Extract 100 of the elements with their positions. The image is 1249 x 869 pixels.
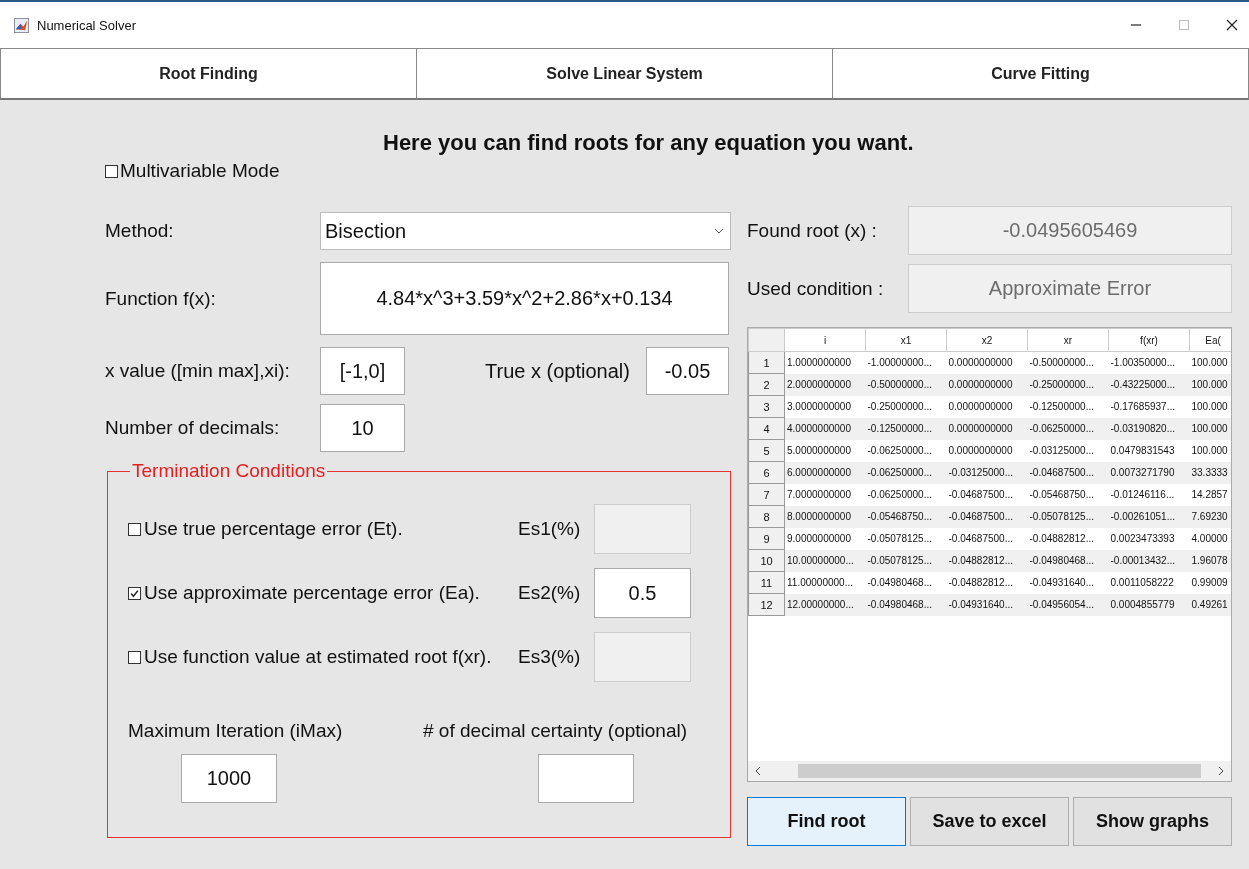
scroll-left-icon[interactable] [754,766,762,776]
table-cell: -0.04687500... [946,527,1028,550]
action-button[interactable]: Show graphs [1073,797,1232,846]
table-cell: 4.0000000000 [784,417,866,440]
decimal-certainty-field[interactable] [538,754,634,803]
table-cell: 8.0000000000 [784,505,866,528]
checkbox-label: Multivariable Mode [120,160,280,182]
column-header[interactable]: xr [1027,328,1109,352]
tolerance-label: Es2(%) [518,582,582,604]
column-header[interactable]: x1 [865,328,947,352]
column-header[interactable]: f(xr) [1108,328,1190,352]
table-cell: -0.03125000... [1027,439,1109,462]
row-number: 9 [748,527,785,550]
column-header[interactable]: x2 [946,328,1028,352]
table-cell: 9.0000000000 [784,527,866,550]
decimals-label: Number of decimals: [105,417,281,439]
row-number: 4 [748,417,785,440]
used-condition-label: Used condition : [747,277,885,300]
table-cell: 0.0023473393 [1108,527,1190,550]
true-x-field[interactable]: -0.05 [646,347,729,395]
table-cell: -0.06250000... [865,461,947,484]
row-number: 7 [748,483,785,506]
tab[interactable]: Root Finding [0,48,417,100]
table-cell: -0.43225000... [1108,373,1190,396]
row-number: 10 [748,549,785,572]
table-cell: 14.2857 [1189,483,1231,506]
table-cell: 5.0000000000 [784,439,866,462]
table-cell: -0.25000000... [865,395,947,418]
close-icon[interactable] [1225,18,1239,32]
checkbox-label: Use approximate percentage error (Ea). [144,582,480,604]
table-cell: -0.12500000... [1027,395,1109,418]
decimals-field[interactable]: 10 [320,404,405,452]
row-number: 1 [748,351,785,374]
found-root-label: Found root (x) : [747,219,878,242]
table-cell: 0.49261 [1189,593,1231,616]
table-cell: 100.000 [1189,395,1231,418]
panel-title: Termination Conditions [131,460,327,482]
function-field[interactable]: 4.84*x^3+3.59*x^2+2.86*x+0.134 [320,262,729,335]
heading: Here you can find roots for any equation you want. [383,130,915,156]
horizontal-scrollbar[interactable] [748,761,1231,781]
table-cell: 0.0073271790 [1108,461,1190,484]
table-cell: 7.69230 [1189,505,1231,528]
tab[interactable]: Solve Linear System [417,48,833,100]
action-button[interactable]: Find root [747,797,906,846]
table-cell: 12.00000000... [784,593,866,616]
table-cell: -0.17685937... [1108,395,1190,418]
table-cell: -0.04931640... [1027,571,1109,594]
row-number: 12 [748,593,785,616]
table-cell: -1.00350000... [1108,351,1190,374]
table-cell: -0.04956054... [1027,593,1109,616]
table-cell: 0.99009 [1189,571,1231,594]
table-cell: -1.00000000... [865,351,947,374]
table-cell: 10.00000000... [784,549,866,572]
table-cell: 0.0000000000 [946,439,1028,462]
tolerance-field[interactable] [594,632,691,682]
checkbox[interactable] [128,650,141,664]
x-value-field[interactable]: [-1,0] [320,347,405,395]
checkbox-label: Use true percentage error (Et). [144,518,403,540]
table-cell: -0.05468750... [865,505,947,528]
method-label: Method: [105,220,175,242]
row-number: 6 [748,461,785,484]
table-cell: 0.0011058222 [1108,571,1190,594]
row-number: 3 [748,395,785,418]
table-cell: 33.3333 [1189,461,1231,484]
table-cell: 0.0004855779 [1108,593,1190,616]
row-number: 5 [748,439,785,462]
table-cell: -0.04980468... [865,593,947,616]
table-cell: -0.05078125... [865,527,947,550]
table-cell: 0.0000000000 [946,351,1028,374]
table-cell: -0.01246116... [1108,483,1190,506]
checkbox-label: Use function value at estimated root f(xr). [144,646,492,668]
table-cell: -0.05078125... [1027,505,1109,528]
table-cell: -0.00013432... [1108,549,1190,572]
table-cell: -0.25000000... [1027,373,1109,396]
table-cell: -0.05078125... [865,549,947,572]
checkbox[interactable] [128,522,141,536]
method-dropdown[interactable]: Bisection [320,212,731,250]
table-cell: -0.04980468... [865,571,947,594]
table-cell: 100.000 [1189,373,1231,396]
column-header[interactable]: Ea( [1189,328,1231,352]
checkbox[interactable] [105,164,118,178]
table-cell: -0.04687500... [946,483,1028,506]
table-cell: -0.04882812... [1027,527,1109,550]
window-title: Numerical Solver [37,17,136,33]
tolerance-field[interactable] [594,504,691,554]
action-button[interactable]: Save to excel [910,797,1069,846]
tolerance-field[interactable]: 0.5 [594,568,691,618]
table-cell: 0.0479831543 [1108,439,1190,462]
x-value-label: x value ([min max],xi): [105,360,291,382]
max-iteration-field[interactable]: 1000 [181,754,277,803]
table-cell: 1.0000000000 [784,351,866,374]
true-x-label: True x (optional) [485,359,631,383]
table-cell: 4.00000 [1189,527,1231,550]
checkbox[interactable] [128,586,141,600]
tolerance-label: Es3(%) [518,646,582,668]
scroll-right-icon[interactable] [1217,766,1225,776]
table-cell: 1.96078 [1189,549,1231,572]
column-header[interactable]: i [784,328,866,352]
table-cell: 2.0000000000 [784,373,866,396]
tab[interactable]: Curve Fitting [833,48,1249,100]
